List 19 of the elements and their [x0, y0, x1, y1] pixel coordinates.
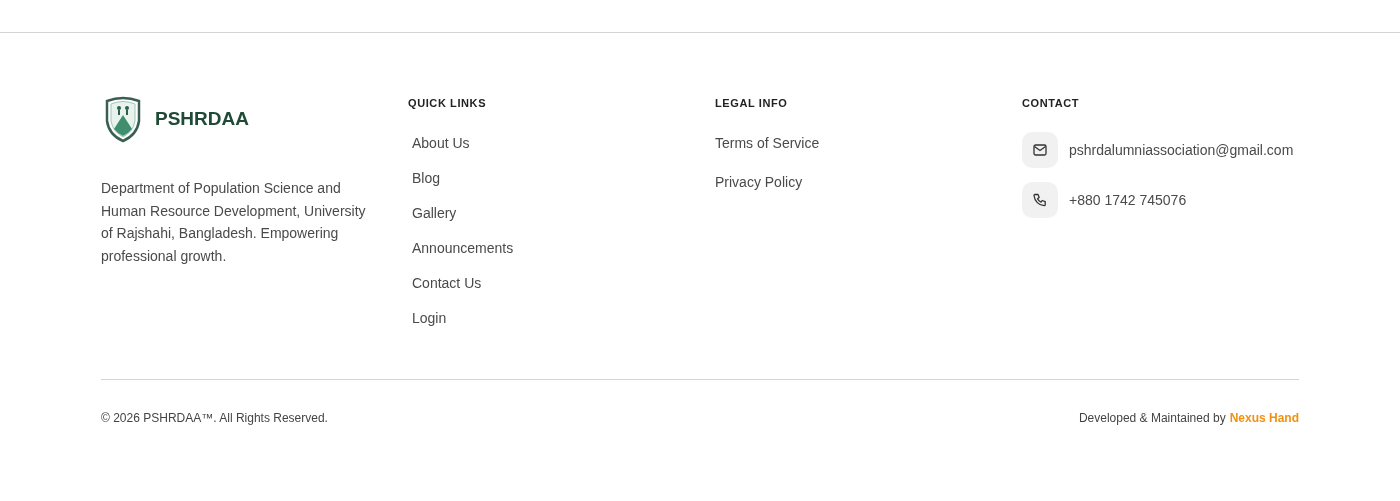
footer-link[interactable]: Blog [412, 168, 441, 188]
copyright-text: © 2026 PSHRDAA™. All Rights Reserved. [101, 411, 328, 425]
footer-link[interactable]: Privacy Policy [715, 172, 803, 192]
brand-name: PSHRDAA [155, 108, 249, 130]
footer-link[interactable]: Login [412, 308, 447, 328]
mail-icon [1033, 144, 1047, 156]
footer-link[interactable]: Terms of Service [715, 133, 820, 153]
footer-link[interactable]: Gallery [412, 203, 457, 223]
contact-text: pshrdalumniassociation@gmail.com [1069, 142, 1294, 158]
footer-link[interactable]: About Us [412, 133, 470, 153]
contact-text: +880 1742 745076 [1069, 192, 1187, 208]
column-heading: CONTACT [1022, 97, 1081, 109]
credit-text: Developed & Maintained by Nexus Hand [1078, 411, 1299, 425]
footer-link[interactable]: Announcements [412, 238, 514, 258]
column-heading: QUICK LINKS [408, 97, 488, 109]
brand-description: Department of Population Science and Human Resource Development, University of Rajshahi, Bangladesh. Empowering professional growth. [101, 179, 367, 266]
phone-icon [1033, 193, 1047, 207]
footer-link[interactable]: Contact Us [412, 273, 482, 293]
column-heading: LEGAL INFO [715, 97, 789, 109]
